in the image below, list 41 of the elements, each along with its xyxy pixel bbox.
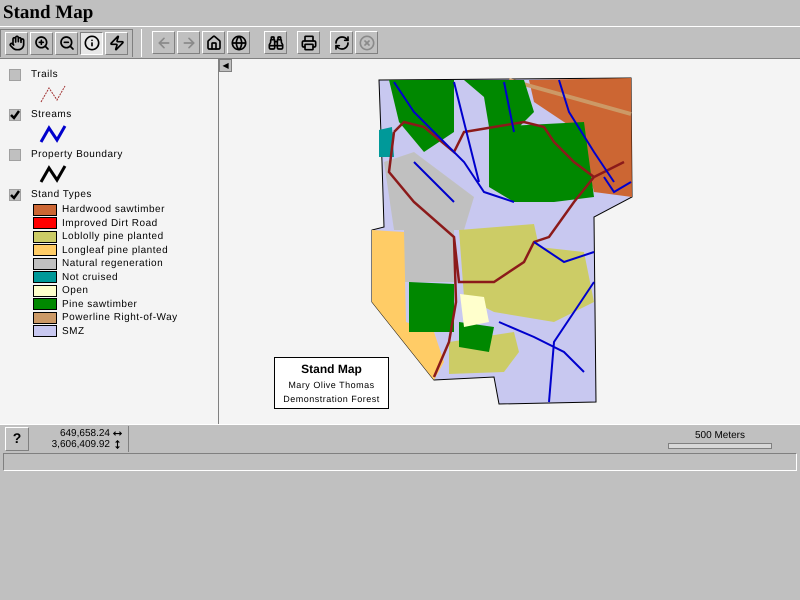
legend-label: Improved Dirt Road bbox=[62, 216, 158, 231]
legend-label: Hardwood sawtimber bbox=[62, 203, 165, 218]
layer-checkbox[interactable] bbox=[9, 68, 21, 80]
layer-checkbox[interactable] bbox=[9, 148, 21, 160]
legend-label: Not cruised bbox=[62, 270, 118, 285]
page-title: Stand Map bbox=[3, 2, 94, 22]
zoom-out-icon bbox=[58, 35, 74, 51]
legend-label: Longleaf pine planted bbox=[62, 244, 168, 258]
map-title: Stand Map bbox=[301, 361, 362, 378]
legend-label: Pine sawtimber bbox=[62, 298, 138, 312]
legend-label: Loblolly pine planted bbox=[62, 230, 164, 244]
globe-icon bbox=[230, 34, 246, 50]
layer-label: Streams bbox=[31, 108, 72, 122]
legend-label: Natural regeneration bbox=[62, 257, 164, 272]
stop-icon bbox=[358, 34, 374, 50]
y-coordinate: 3,606,409.92 bbox=[52, 438, 110, 450]
help-button[interactable]: ? bbox=[5, 426, 29, 450]
legend-label: SMZ bbox=[62, 324, 85, 339]
legend-label: Powerline Right-of-Way bbox=[62, 311, 178, 326]
lightning-icon bbox=[108, 35, 124, 51]
toolbar-button[interactable] bbox=[80, 32, 103, 54]
layer-label: Stand Types bbox=[31, 188, 92, 202]
legend-label: Open bbox=[62, 284, 88, 298]
layer-label: Property Boundary bbox=[31, 148, 123, 162]
map-subtitle: Demonstration Forest bbox=[283, 393, 380, 406]
layer-label: Trails bbox=[31, 68, 58, 82]
vertical-arrows-icon bbox=[113, 440, 122, 448]
horizontal-arrows-icon bbox=[113, 428, 122, 438]
home-icon bbox=[206, 34, 222, 50]
map-subtitle: Mary Olive Thomas bbox=[288, 379, 375, 392]
info-icon bbox=[84, 35, 100, 51]
printer-icon bbox=[300, 34, 316, 50]
x-coordinate: 649,658.24 bbox=[60, 428, 110, 438]
zoom-in-icon bbox=[34, 35, 50, 51]
refresh-icon bbox=[334, 34, 350, 50]
scale-label: 500 Meters bbox=[694, 429, 746, 443]
binoculars-icon bbox=[268, 34, 284, 50]
hand-icon bbox=[8, 35, 24, 51]
layer-checkbox[interactable] bbox=[9, 108, 21, 120]
collapse-button[interactable]: ◀ bbox=[219, 59, 232, 72]
layer-checkbox[interactable] bbox=[9, 188, 21, 200]
